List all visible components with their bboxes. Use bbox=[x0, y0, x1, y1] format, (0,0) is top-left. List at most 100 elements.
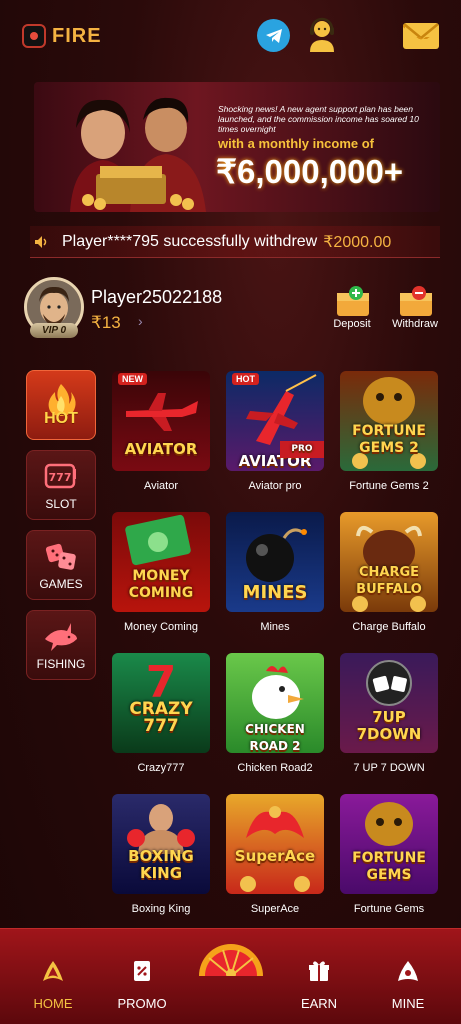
game-card[interactable]: SuperAce SuperAce bbox=[226, 794, 324, 915]
game-name: Crazy777 bbox=[137, 762, 185, 774]
deposit-button[interactable]: Deposit bbox=[322, 285, 382, 330]
game-thumbnail: 7UP 7DOWN bbox=[340, 653, 438, 753]
dice-icon bbox=[45, 543, 76, 570]
game-thumbnail: FORTUNE GEMS bbox=[340, 794, 438, 894]
game-thumbnail: MINES bbox=[226, 512, 324, 612]
vip-badge: VIP 0 bbox=[30, 323, 78, 338]
game-thumbnail: BOXING KING bbox=[112, 794, 210, 894]
lucky-wheel-icon[interactable] bbox=[195, 936, 267, 976]
banner-couple-image bbox=[70, 97, 206, 212]
wallet-plus-icon bbox=[336, 285, 369, 316]
game-name: 7 UP 7 DOWN bbox=[353, 762, 425, 774]
home-icon bbox=[43, 961, 63, 981]
gift-icon bbox=[309, 961, 329, 981]
game-card[interactable]: MONEY COMING Money Coming bbox=[112, 512, 210, 633]
nav-promo[interactable]: PROMO bbox=[102, 959, 182, 1011]
game-name: Aviator pro bbox=[248, 480, 302, 492]
game-thumbnail: CHARGE BUFFALO bbox=[340, 512, 438, 612]
game-card[interactable]: BOXING KING Boxing King bbox=[112, 794, 210, 915]
app-screen: FIRE Shocking news! A new agent support … bbox=[0, 0, 461, 1024]
game-card[interactable]: 7UP 7DOWN 7 UP 7 DOWN bbox=[340, 653, 438, 774]
game-name: Aviator bbox=[143, 480, 179, 492]
shark-icon bbox=[45, 623, 77, 651]
game-name: Fortune Gems bbox=[353, 903, 425, 915]
game-thumbnail: FORTUNE GEMS 2 bbox=[340, 371, 438, 471]
game-card[interactable]: CHARGE BUFFALO Charge Buffalo bbox=[340, 512, 438, 633]
category-hot[interactable]: HOT bbox=[26, 370, 96, 440]
withdraw-button[interactable]: Withdraw bbox=[385, 285, 445, 330]
game-thumb-title: AVIATOR bbox=[124, 440, 198, 458]
nav-label: PROMO bbox=[117, 996, 167, 1011]
game-name: Charge Buffalo bbox=[352, 621, 426, 633]
ticker-message: Player****795 successfully withdrew bbox=[62, 232, 318, 250]
speaker-icon bbox=[35, 235, 47, 248]
game-thumbnail: AVIATOR NEW bbox=[112, 371, 210, 471]
game-name: Mines bbox=[260, 621, 290, 633]
withdraw-label: Withdraw bbox=[392, 318, 438, 330]
game-thumb-title: BOXING KING bbox=[128, 847, 194, 882]
username: Player25022188 bbox=[91, 287, 223, 307]
game-thumb-title: FORTUNE GEMS bbox=[352, 850, 426, 883]
svg-text:777: 777 bbox=[49, 471, 72, 484]
game-thumb-title: PRO bbox=[280, 441, 324, 458]
game-thumbnail: CHICKEN ROAD 2 bbox=[226, 653, 324, 753]
game-thumbnail: MONEY COMING bbox=[112, 512, 210, 612]
game-name: SuperAce bbox=[250, 903, 300, 915]
nav-earn[interactable]: EARN bbox=[279, 959, 359, 1011]
slot-machine-icon: 777 bbox=[44, 463, 76, 489]
banner-amount: ₹6,000,000+ bbox=[216, 153, 404, 190]
game-card[interactable]: 7 CRAZY 777 Crazy777 bbox=[112, 653, 210, 774]
ticker-amount: ₹2000.00 bbox=[323, 233, 392, 251]
support-agent-icon[interactable] bbox=[305, 16, 339, 54]
nav-mine[interactable]: MINE bbox=[368, 959, 448, 1011]
promo-icon bbox=[134, 961, 150, 981]
nav-home[interactable]: HOME bbox=[13, 959, 93, 1011]
telegram-icon[interactable] bbox=[257, 19, 290, 52]
game-name: Money Coming bbox=[124, 621, 198, 633]
profile-icon bbox=[398, 961, 418, 981]
game-card[interactable]: AVIATOR PRO HOT Aviator pro bbox=[226, 371, 324, 492]
wallet-minus-icon bbox=[399, 285, 432, 316]
deposit-label: Deposit bbox=[333, 318, 371, 330]
game-thumb-title: FORTUNE GEMS 2 bbox=[352, 423, 426, 456]
logo-text: FIRE bbox=[52, 24, 102, 47]
game-name: Boxing King bbox=[131, 903, 191, 915]
logo-mark-icon bbox=[22, 24, 46, 48]
withdraw-ticker: Player****795 successfully withdrew ₹200… bbox=[30, 226, 440, 258]
game-card[interactable]: CHICKEN ROAD 2 Chicken Road2 bbox=[226, 653, 324, 774]
balance-chevron-icon[interactable]: › bbox=[138, 313, 143, 329]
game-thumb-title: SuperAce bbox=[234, 847, 316, 865]
game-card[interactable]: FORTUNE GEMS Fortune Gems bbox=[340, 794, 438, 915]
game-card[interactable]: AVIATOR NEW Aviator bbox=[112, 371, 210, 492]
app-logo: FIRE bbox=[22, 24, 102, 48]
game-thumb-title: MONEY COMING bbox=[128, 568, 194, 601]
game-thumbnail: SuperAce bbox=[226, 794, 324, 894]
nav-label: HOME bbox=[33, 996, 73, 1011]
game-thumb-title: 7UP 7DOWN bbox=[356, 708, 422, 743]
game-thumbnail: 7 CRAZY 777 bbox=[112, 653, 210, 753]
game-thumb-title: CRAZY 777 bbox=[129, 699, 193, 736]
category-games[interactable]: GAMES bbox=[26, 530, 96, 600]
nav-label: MINE bbox=[391, 996, 425, 1011]
balance-value: ₹13 bbox=[91, 313, 121, 332]
category-slot[interactable]: 777 SLOT bbox=[26, 450, 96, 520]
category-fishing[interactable]: FISHING bbox=[26, 610, 96, 680]
banner-description: Shocking news! A new agent support plan … bbox=[218, 104, 419, 134]
game-name: Chicken Road2 bbox=[237, 762, 313, 774]
game-card[interactable]: MINES Mines bbox=[226, 512, 324, 633]
game-thumb-title: CHARGE BUFFALO bbox=[356, 565, 422, 597]
game-card[interactable]: FORTUNE GEMS 2 Fortune Gems 2 bbox=[340, 371, 438, 492]
game-name: Fortune Gems 2 bbox=[349, 480, 429, 492]
hot-badge: HOT bbox=[232, 373, 259, 385]
category-label: FISHING bbox=[36, 657, 86, 671]
game-thumb-title: CHICKEN ROAD 2 bbox=[245, 722, 305, 753]
banner-subtitle: with a monthly income of bbox=[218, 136, 375, 151]
category-label: HOT bbox=[44, 410, 78, 427]
promo-banner[interactable]: Shocking news! A new agent support plan … bbox=[34, 82, 440, 212]
category-label: SLOT bbox=[45, 497, 77, 511]
mail-icon[interactable] bbox=[403, 23, 439, 49]
game-thumb-title: MINES bbox=[242, 582, 308, 603]
nav-label: EARN bbox=[300, 996, 338, 1011]
category-label: GAMES bbox=[39, 577, 83, 591]
new-badge: NEW bbox=[118, 373, 147, 385]
